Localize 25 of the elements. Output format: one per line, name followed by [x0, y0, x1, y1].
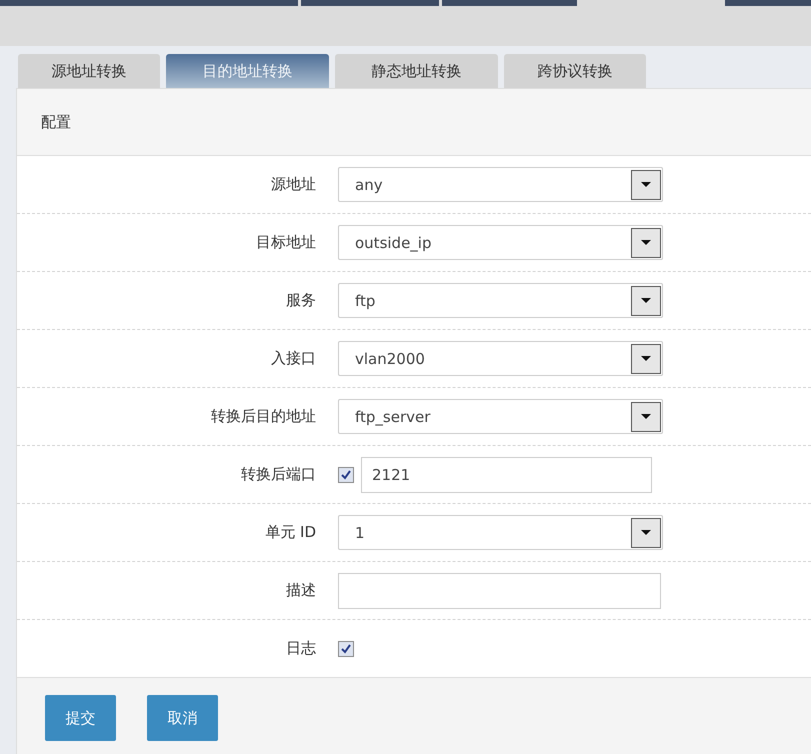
field-label: 服务	[285, 291, 316, 310]
select-field[interactable]: ftp	[338, 283, 663, 318]
field-label: 目标地址	[255, 233, 316, 252]
select-field[interactable]: any	[338, 167, 663, 202]
field-label: 日志	[285, 639, 316, 658]
field-label: 入接口	[270, 349, 316, 368]
input-field[interactable]	[338, 572, 661, 608]
action-button[interactable]: 取消	[147, 695, 218, 741]
action-button[interactable]: 提交	[45, 695, 116, 741]
input-field[interactable]: 2121	[361, 456, 652, 492]
field-label: 转换后端口	[240, 465, 316, 484]
select-field[interactable]: ftp_server	[338, 399, 663, 434]
field-label: 单元 ID	[264, 523, 316, 542]
select-field[interactable]: vlan2000	[338, 341, 663, 376]
panel-title: 配置	[41, 112, 71, 132]
checkbox[interactable]	[338, 466, 354, 482]
tab[interactable]: 跨协议转换	[504, 54, 646, 88]
field-label: 源地址	[270, 175, 316, 194]
tab[interactable]: 源地址转换	[18, 54, 160, 88]
field-label: 描述	[285, 581, 316, 600]
field-label: 转换后目的地址	[210, 407, 316, 426]
select-field[interactable]: outside_ip	[338, 225, 663, 260]
tab[interactable]: 静态地址转换	[335, 54, 498, 88]
select-field[interactable]: 1	[338, 515, 663, 550]
checkbox[interactable]	[338, 640, 354, 656]
